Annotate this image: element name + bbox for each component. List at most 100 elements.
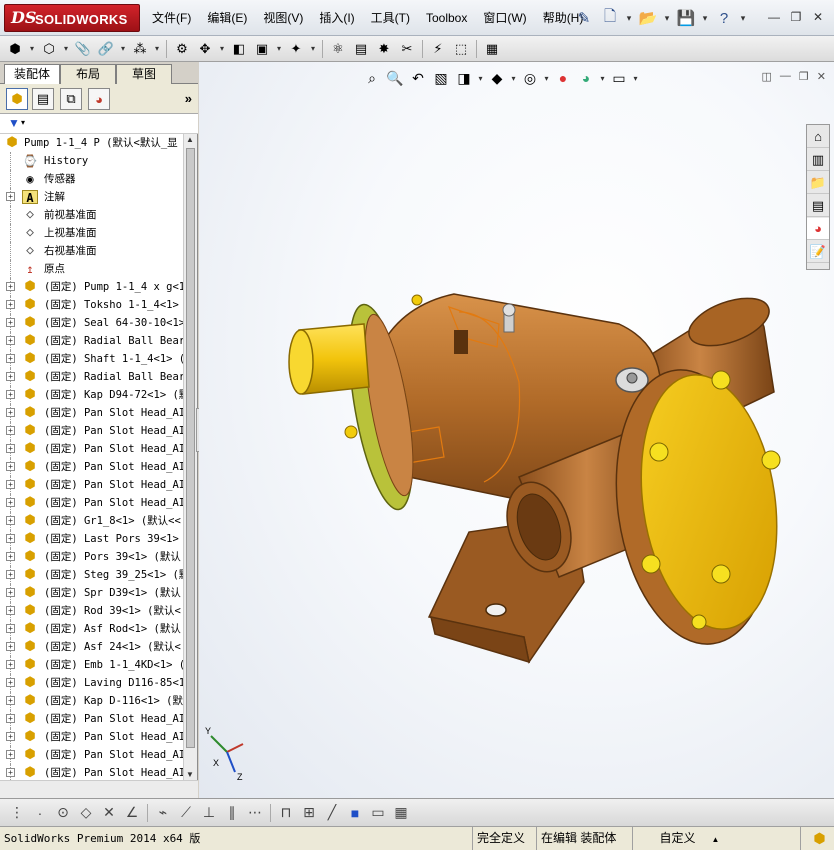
tree-item[interactable]: ◇ 前视基准面 bbox=[0, 206, 184, 224]
units-dropdown-icon[interactable]: ▲ bbox=[712, 835, 720, 844]
property-manager-tab-icon[interactable]: ▤ bbox=[32, 88, 54, 110]
midpoint-icon[interactable]: ⟋ bbox=[175, 802, 197, 824]
tree-item[interactable]: + ⬢ (固定) Shaft 1-1_4<1> ( bbox=[0, 350, 184, 368]
tree-item[interactable]: + ⬢ (固定) Pan Slot Head_AI bbox=[0, 764, 184, 780]
view-settings-icon[interactable]: ▭ bbox=[608, 67, 630, 89]
tree-item[interactable]: ◇ 右视基准面 bbox=[0, 242, 184, 260]
zoom-area-icon[interactable]: 🔍 bbox=[384, 67, 406, 89]
instant3d-icon[interactable]: ▦ bbox=[481, 38, 503, 60]
exploded-view-icon[interactable]: ✸ bbox=[373, 38, 395, 60]
expand-icon[interactable]: + bbox=[6, 390, 15, 399]
point-icon[interactable]: · bbox=[29, 802, 51, 824]
expand-icon[interactable]: + bbox=[6, 714, 15, 723]
tree-item[interactable]: + ⬢ (固定) Pan Slot Head_AI bbox=[0, 440, 184, 458]
rebuild-status-icon[interactable]: ⬢ bbox=[800, 827, 834, 850]
expand-icon[interactable]: + bbox=[6, 552, 15, 561]
menu-file[interactable]: 文件(F) bbox=[144, 0, 199, 36]
expand-icon[interactable]: + bbox=[6, 588, 15, 597]
feature-tree-tab-icon[interactable]: ⬢ bbox=[6, 88, 28, 110]
expand-icon[interactable]: + bbox=[6, 570, 15, 579]
tree-item[interactable]: + ⬢ (固定) Radial Ball Bear bbox=[0, 332, 184, 350]
perpendicular-icon[interactable]: ⊥ bbox=[198, 802, 220, 824]
dropdown-icon[interactable]: ▾ bbox=[152, 44, 162, 53]
cube-icon[interactable]: ■ bbox=[344, 802, 366, 824]
expand-icon[interactable]: + bbox=[6, 426, 15, 435]
new-document-icon[interactable]: 🗋 bbox=[598, 6, 622, 30]
tree-item[interactable]: + ⬢ (固定) Steg 39_25<1> (默 bbox=[0, 566, 184, 584]
bill-of-materials-icon[interactable]: ▤ bbox=[350, 38, 372, 60]
scroll-thumb[interactable] bbox=[186, 148, 195, 748]
smart-fasteners-icon[interactable]: ⚙ bbox=[171, 38, 193, 60]
expand-icon[interactable]: + bbox=[6, 516, 15, 525]
custom-properties-icon[interactable]: 📝 bbox=[807, 241, 829, 263]
tree-item[interactable]: + ⬢ (固定) Pan Slot Head_AI bbox=[0, 710, 184, 728]
move-component-icon[interactable]: ✥ bbox=[194, 38, 216, 60]
menu-insert[interactable]: 插入(I) bbox=[311, 0, 362, 36]
assembly-icon[interactable]: ⬢ bbox=[4, 38, 26, 60]
dropdown-icon[interactable]: ▾ bbox=[542, 74, 551, 83]
expand-icon[interactable]: + bbox=[6, 408, 15, 417]
circle-icon[interactable]: ⊙ bbox=[52, 802, 74, 824]
explode-line-sketch-icon[interactable]: ✂ bbox=[396, 38, 418, 60]
tree-item[interactable]: + ⬢ (固定) Pan Slot Head_AI bbox=[0, 422, 184, 440]
graphics-viewport[interactable]: ⌕ 🔍 ↶ ▧ ◨ ▾ ◆ ▾ ◎ ▾ ● ◕ ▾ ▭ ▾ ◫ — ❐ ✕ Y … bbox=[199, 62, 834, 798]
expand-icon[interactable]: + bbox=[6, 192, 15, 201]
vent-plug[interactable] bbox=[502, 303, 516, 333]
hide-show-items-icon[interactable]: ◎ bbox=[519, 67, 541, 89]
parallel-icon[interactable]: ∥ bbox=[221, 802, 243, 824]
solidworks-resources-icon[interactable]: ⌂ bbox=[807, 126, 829, 148]
snap-icon[interactable]: ⌁ bbox=[152, 802, 174, 824]
tree-horizontal-scrollbar[interactable] bbox=[0, 780, 198, 798]
dropdown-icon[interactable]: ▾ bbox=[509, 74, 518, 83]
dropdown-icon[interactable]: ▾ bbox=[476, 74, 485, 83]
open-dropdown-icon[interactable]: ▾ bbox=[662, 6, 672, 30]
show-hidden-icon[interactable]: ◧ bbox=[228, 38, 250, 60]
expand-icon[interactable]: + bbox=[6, 318, 15, 327]
expand-icon[interactable]: + bbox=[6, 354, 15, 363]
menu-tools[interactable]: 工具(T) bbox=[363, 0, 418, 36]
insert-component-icon[interactable]: ⬡ bbox=[38, 38, 60, 60]
tree-item[interactable]: ⌚ History bbox=[0, 152, 184, 170]
expand-icon[interactable]: + bbox=[6, 624, 15, 633]
expand-icon[interactable]: + bbox=[6, 750, 15, 759]
expand-icon[interactable]: + bbox=[6, 372, 15, 381]
assembly-features-icon[interactable]: ▣ bbox=[251, 38, 273, 60]
dimension-icon[interactable]: ⊓ bbox=[275, 802, 297, 824]
display-manager-tab-icon[interactable]: ◕ bbox=[88, 88, 110, 110]
edit-appearance-icon[interactable]: ● bbox=[552, 67, 574, 89]
restore-icon[interactable]: ❐ bbox=[786, 8, 806, 26]
tree-item[interactable]: + ⬢ (固定) Toksho 1-1_4<1> bbox=[0, 296, 184, 314]
tree-item[interactable]: + ⬢ (固定) Kap D94-72<1> (默 bbox=[0, 386, 184, 404]
expand-icon[interactable]: + bbox=[6, 462, 15, 471]
line-icon[interactable]: ╱ bbox=[321, 802, 343, 824]
close-icon[interactable]: ✕ bbox=[817, 70, 826, 83]
tree-item[interactable]: ↥ 原点 bbox=[0, 260, 184, 278]
minimize-icon[interactable]: — bbox=[780, 70, 791, 83]
tab-layout[interactable]: 布局 bbox=[60, 64, 116, 84]
tree-filter[interactable]: ▼ ▾ bbox=[0, 114, 198, 134]
tangent-icon[interactable]: ∠ bbox=[121, 802, 143, 824]
filter-icon[interactable]: ▼ bbox=[8, 116, 20, 130]
tree-item[interactable]: + ⬢ (固定) Pan Slot Head_AI bbox=[0, 746, 184, 764]
tree-item[interactable]: ◉ 传感器 bbox=[0, 170, 184, 188]
paperclip-icon[interactable]: 📎 bbox=[72, 38, 94, 60]
filter-dropdown-icon[interactable]: ▾ bbox=[21, 118, 25, 127]
view-palette-icon[interactable]: ▤ bbox=[807, 195, 829, 217]
expand-icon[interactable]: + bbox=[6, 498, 15, 507]
dropdown-icon[interactable]: ▾ bbox=[631, 74, 640, 83]
tree-item[interactable]: + ⬢ (固定) Spr D39<1> (默认 bbox=[0, 584, 184, 602]
intersection-icon[interactable]: ✕ bbox=[98, 802, 120, 824]
tree-item[interactable]: + ⬢ (固定) Pump 1-1_4 x g<1 bbox=[0, 278, 184, 296]
pump-shaft[interactable] bbox=[288, 323, 370, 395]
mate-icon[interactable]: 🔗 bbox=[95, 38, 117, 60]
solidworks-logo[interactable]: DS SOLIDWORKS bbox=[4, 4, 140, 32]
tree-item[interactable]: + ⬢ (固定) Pors 39<1> (默认 bbox=[0, 548, 184, 566]
menu-edit[interactable]: 编辑(E) bbox=[199, 0, 255, 36]
grid-icon[interactable]: ⊞ bbox=[298, 802, 320, 824]
dropdown-icon[interactable]: ▾ bbox=[308, 44, 318, 53]
dropdown-icon[interactable]: ▾ bbox=[217, 44, 227, 53]
tree-item[interactable]: + ⬢ (固定) Rod 39<1> (默认< bbox=[0, 602, 184, 620]
display-style-icon[interactable]: ◆ bbox=[486, 67, 508, 89]
tree-item[interactable]: + ⬢ (固定) Pan Slot Head_AI bbox=[0, 728, 184, 746]
expand-icon[interactable]: + bbox=[6, 534, 15, 543]
